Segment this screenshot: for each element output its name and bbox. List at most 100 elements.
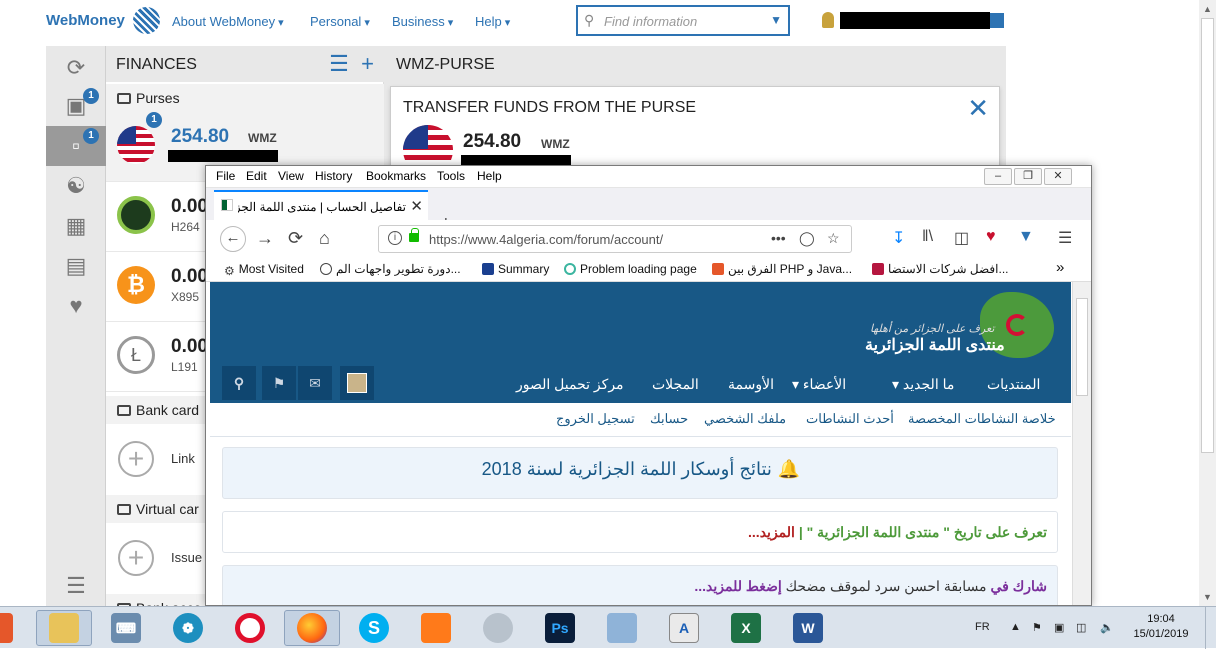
webmoney-logo[interactable]: WebMoney [46,12,125,29]
restore-button[interactable]: ❐ [1014,168,1042,185]
close-tab-icon[interactable]: ✕ [410,197,423,215]
subnav-latest-activity[interactable]: أحدث النشاطات [806,411,894,427]
add-icon[interactable]: + [361,51,374,76]
bookmark-item[interactable]: دورة تطوير واجهات الم... [320,262,461,276]
scroll-thumb[interactable] [1201,18,1214,453]
nav-badges[interactable]: الأوسمة [728,376,774,393]
nav-forums[interactable]: المنتديات [987,376,1040,393]
subnav-logout[interactable]: تسجيل الخروج [556,411,635,427]
bookmark-star-icon[interactable]: ☆ [827,230,840,247]
oscar-notice[interactable]: 🔔نتائج أوسكار اللمة الجزائرية لسنة 2018 [222,447,1058,499]
bookmark-most-visited[interactable]: ⚙ Most Visited [224,262,304,278]
menu-history[interactable]: History [315,169,352,183]
reload-button[interactable]: ⟳ [288,228,303,249]
bookmark-item[interactable]: Problem loading page [564,262,697,276]
shopping-bag-icon[interactable]: ▤ [46,246,106,286]
scroll-up-icon[interactable]: ▲ [1203,4,1212,14]
page-scrollbar[interactable]: ▲ ▼ [1199,0,1216,606]
user-icon[interactable] [822,12,834,28]
network-icon[interactable]: ◫ [1076,621,1086,634]
taskbar-app-excel[interactable]: X [718,610,774,646]
home-button[interactable]: ⌂ [319,228,330,249]
close-window-button[interactable]: ✕ [1044,168,1072,185]
menu-tools[interactable]: Tools [437,169,465,183]
language-indicator[interactable]: FR [975,621,990,633]
refresh-icon[interactable]: ⟳ [46,48,106,88]
url-bar[interactable]: i https://www.4algeria.com/forum/account… [378,225,852,253]
tab-account[interactable]: تفاصيل الحساب | منتدى اللمة الجزائرية ✕ [214,190,428,220]
services-icon[interactable]: ▦ [46,206,106,246]
scroll-down-icon[interactable]: ▼ [1203,592,1212,602]
nav-personal[interactable]: Personal [310,14,370,29]
contest-notice-more[interactable]: إضغط للمزيد... [694,578,781,594]
search-dropdown-icon[interactable]: ▼ [770,13,782,27]
back-button[interactable]: ← [220,226,246,252]
taskbar-app-explorer[interactable] [36,610,92,646]
box-icon[interactable]: ▣ 1 [46,86,106,126]
add-icon[interactable]: + [118,540,154,576]
forward-button[interactable]: → [256,228,274,249]
checklist-icon[interactable]: ☰ [329,51,349,76]
taskbar-app-wordpad[interactable]: A [656,610,712,646]
exit-icon[interactable] [990,13,1004,28]
nav-members[interactable]: الأعضاء ▾ [792,376,846,393]
minimize-button[interactable]: – [984,168,1012,185]
taskbar-app-firefox[interactable] [284,610,340,646]
bookmark-item[interactable]: افضل شركات الاستضا... [872,262,1009,276]
scroll-thumb[interactable] [1076,298,1088,396]
sidebar-icon[interactable]: ◫ [954,228,969,248]
nav-image-upload[interactable]: مركز تحميل الصور [516,376,624,393]
downloads-icon[interactable]: ↧ [892,228,905,248]
webmoney-search-input[interactable]: ⚲ Find information ▼ [576,5,790,36]
taskbar-app-opera[interactable] [222,610,278,646]
settings-sliders-icon[interactable]: ☰ [46,566,106,606]
pocket-extension-icon[interactable]: ♥ [986,228,996,246]
nav-business[interactable]: Business [392,14,453,29]
contest-notice[interactable]: شارك في مسابقة احسن سرد لموقف مضحك إضغط … [222,565,1058,605]
wallet-icon[interactable]: ▫ 1 [46,126,106,166]
taskbar-app-word[interactable]: W [780,610,836,646]
more-bookmarks-icon[interactable]: » [1056,259,1064,276]
search-icon[interactable]: ⚲ [222,366,256,400]
taskbar-app-keyboard[interactable]: ⌨ [98,610,154,646]
history-notice-more[interactable]: المزيد... [748,524,795,540]
taskbar-app-skype[interactable]: S [346,610,402,646]
taskbar-app-media[interactable] [0,610,26,646]
subnav-your-account[interactable]: حسابك [650,411,688,427]
page-actions-icon[interactable]: ••• [771,230,786,246]
webmoney-globe-icon[interactable] [133,7,160,34]
taskbar-app-utility[interactable] [470,610,526,646]
history-notice[interactable]: تعرف على تاريخ " منتدى اللمة الجزائرية "… [222,511,1058,553]
menu-bookmarks[interactable]: Bookmarks [366,169,426,183]
bookmark-item[interactable]: Summary [482,262,549,276]
menu-file[interactable]: File [216,169,235,183]
show-hidden-icons[interactable]: ▲ [1010,621,1021,633]
taskbar-app-uc-browser[interactable] [408,610,464,646]
url-text[interactable]: https://www.4algeria.com/forum/account/ [429,232,663,247]
taskbar-app-notes[interactable] [594,610,650,646]
hand-coin-icon[interactable]: ♥ [46,286,106,326]
nav-about-webmoney[interactable]: About WebMoney [172,14,284,29]
shield-icon[interactable]: ▼ [1018,228,1034,246]
subnav-your-profile[interactable]: ملفك الشخصي [704,411,786,427]
contacts-icon[interactable]: ☯ [46,166,106,206]
nav-help[interactable]: Help [475,14,510,29]
alerts-bell-icon[interactable]: ⚑ [262,366,296,400]
pocket-icon[interactable]: ◯ [799,230,815,247]
nav-whats-new[interactable]: ما الجديد ▾ [892,376,954,393]
volume-icon[interactable]: 🔈 [1100,621,1114,634]
content-scrollbar[interactable] [1072,282,1091,605]
site-info-icon[interactable]: i [388,231,402,245]
taskbar-clock[interactable]: 19:04 15/01/2019 [1128,612,1194,642]
close-icon[interactable]: ✕ [967,93,989,124]
hamburger-menu-icon[interactable]: ☰ [1058,228,1072,248]
bookmark-item[interactable]: الفرق بين PHP و Java... [712,262,852,276]
action-center-icon[interactable]: ▣ [1054,621,1064,634]
avatar[interactable] [340,366,374,400]
messages-icon[interactable]: ✉ [298,366,332,400]
taskbar-app-photoshop[interactable]: Ps [532,610,588,646]
flag-icon[interactable]: ⚑ [1032,621,1042,634]
nav-magazines[interactable]: المجلات [652,376,699,393]
menu-view[interactable]: View [278,169,304,183]
menu-help[interactable]: Help [477,169,502,183]
